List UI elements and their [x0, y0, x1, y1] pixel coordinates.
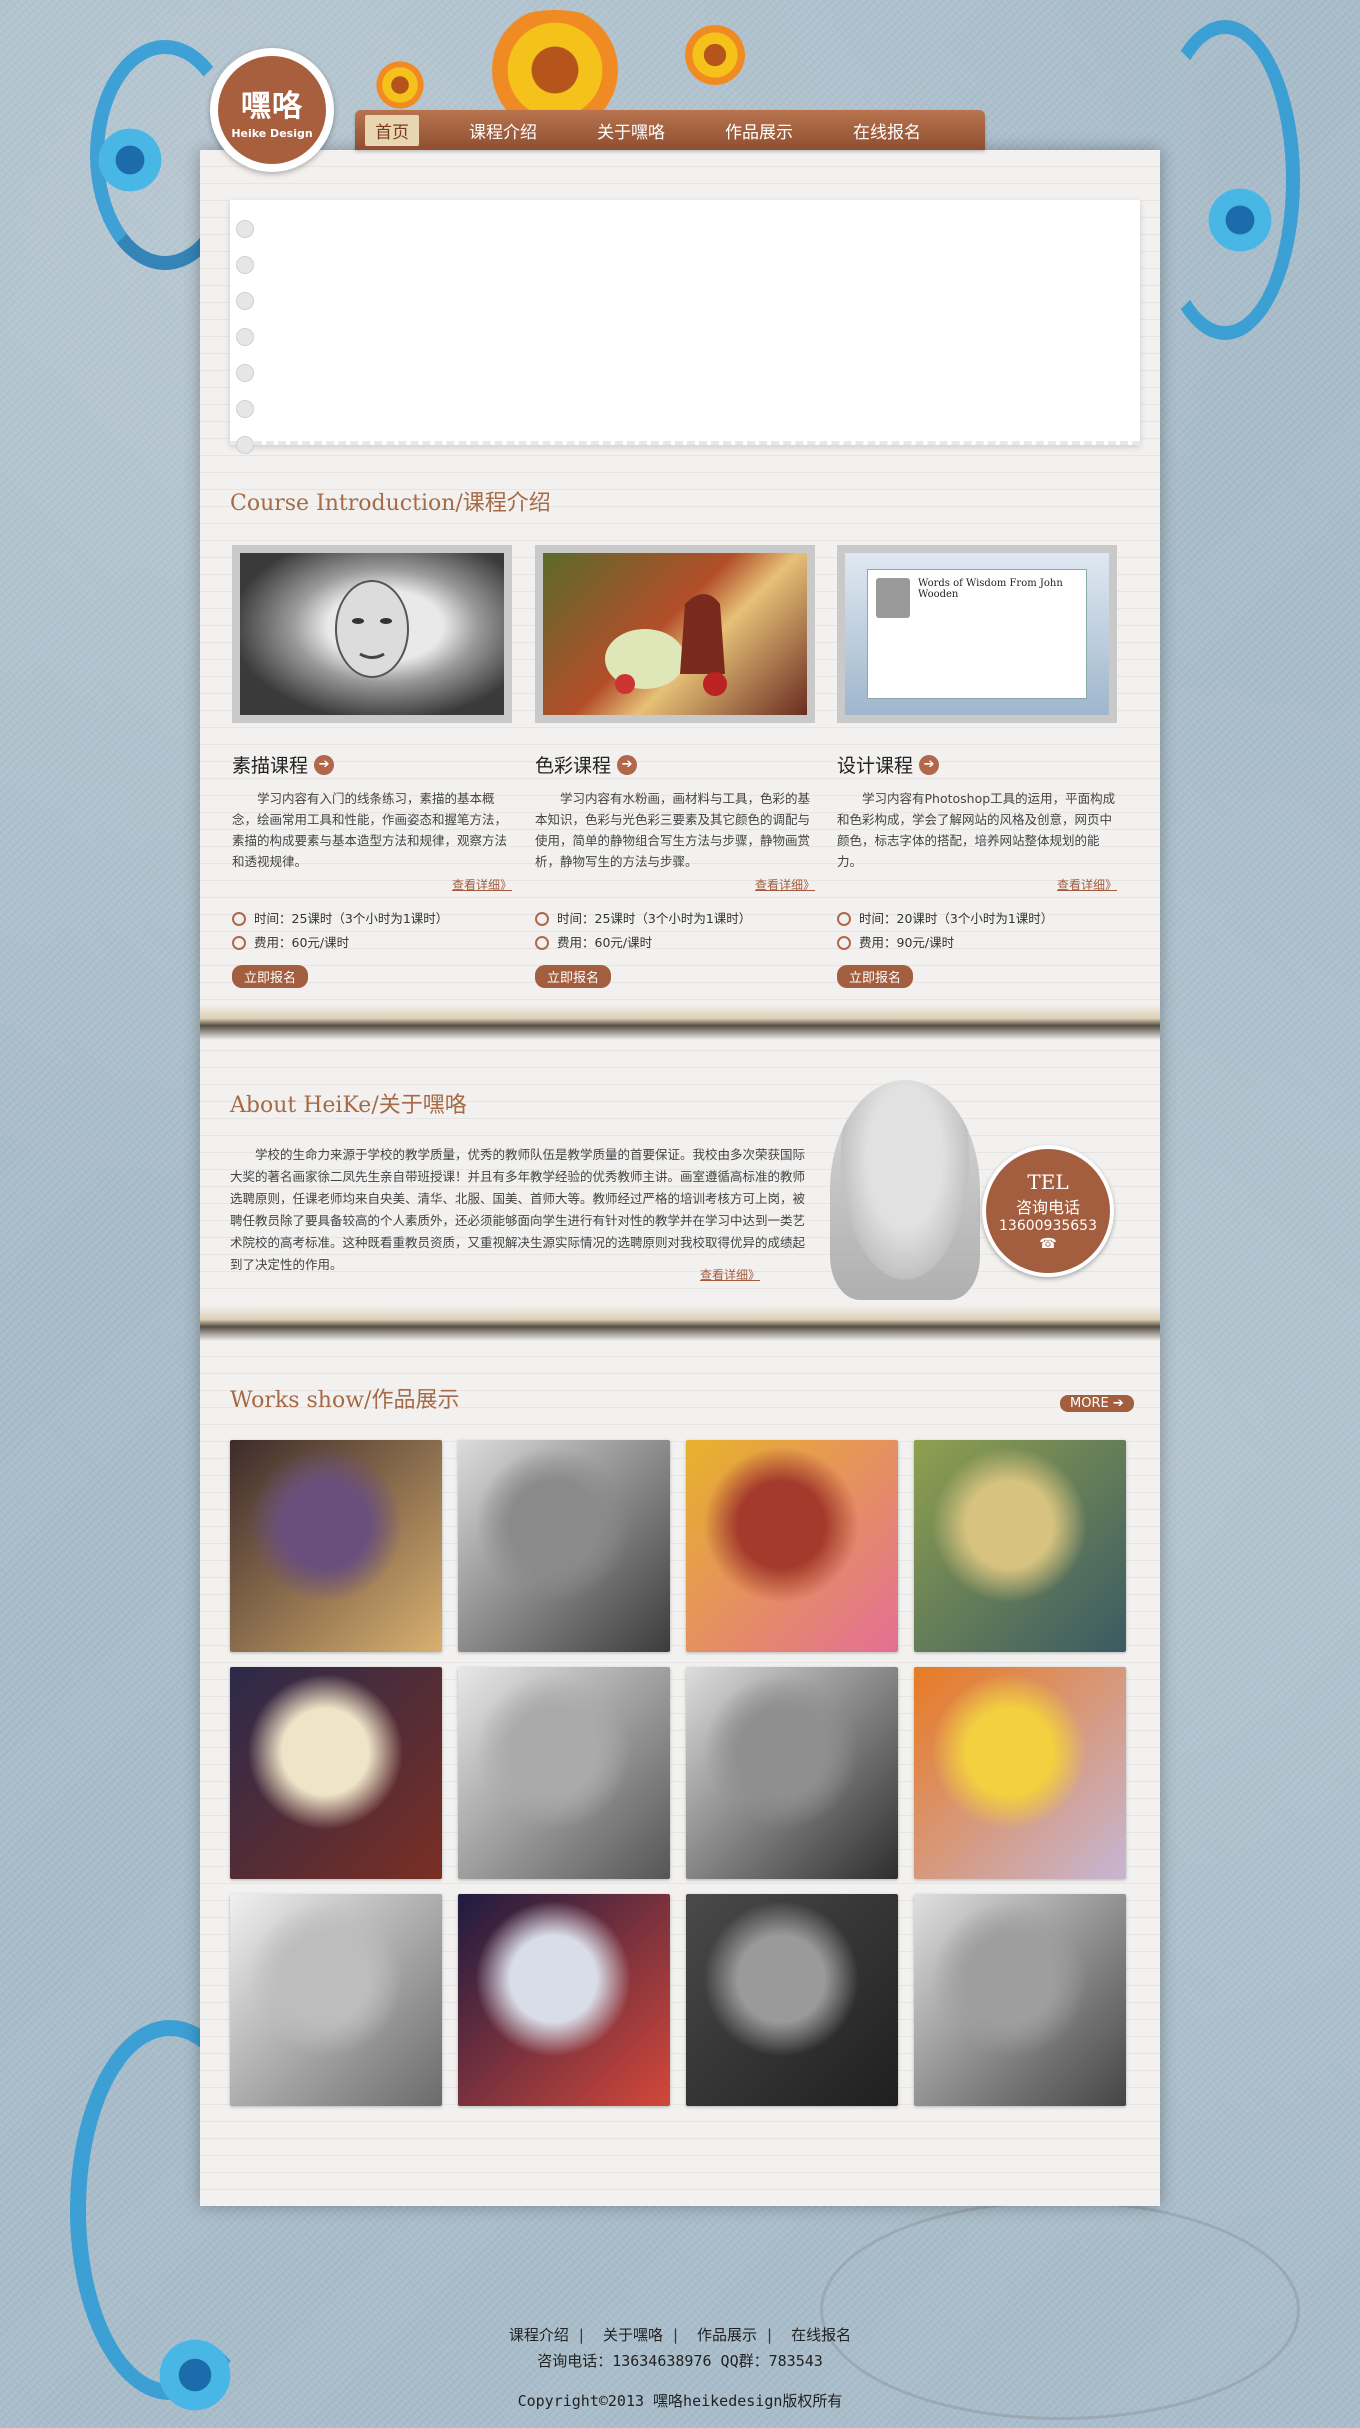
course-title: 设计课程 [837, 755, 914, 777]
footer-contact: 咨询电话：13634638976 QQ群：783543 [537, 2352, 823, 2370]
course-more-link[interactable]: 查看详细》 [232, 876, 512, 893]
course-title: 素描课程 [232, 755, 309, 777]
logo-badge: 嘿咯 Heike Design [218, 56, 326, 164]
works-section-title: Works show/作品展示 [230, 1388, 460, 1413]
banner-area [230, 200, 1140, 454]
work-thumbnail-still-life-orange-flowers[interactable] [914, 1667, 1126, 1879]
flower-ornament [370, 60, 430, 110]
clock-icon [535, 912, 549, 926]
flower-ornament [680, 20, 750, 90]
blue-flower-ornament [90, 120, 170, 200]
money-bag-icon [232, 936, 246, 950]
clock-icon [232, 912, 246, 926]
footer-link-about[interactable]: 关于嘿咯 [603, 2326, 663, 2344]
course-description: 学习内容有Photoshop工具的运用，平面构成和色彩构成，学会了解网站的风格及… [837, 791, 1116, 869]
phone-icon: ☎ [1039, 1236, 1057, 1252]
work-thumbnail-sketch-old-man-face[interactable] [686, 1894, 898, 2106]
work-thumbnail-still-life-flowers-yellow[interactable] [686, 1440, 898, 1652]
signup-button[interactable]: 立即报名 [837, 965, 914, 988]
course-image-color[interactable] [535, 545, 815, 723]
course-fee: 费用：90元/课时 [859, 935, 955, 950]
course-meta: 时间：20课时（3个小时为1课时） 费用：90元/课时 [837, 907, 1117, 955]
tel-title: TEL [1027, 1170, 1069, 1194]
site-logo[interactable]: 嘿咯 Heike Design [210, 48, 334, 172]
about-text: 学校的生命力来源于学校的教学质量，优秀的教师队伍是教学质量的首要保证。我校由多次… [230, 1147, 806, 1272]
work-thumbnail-still-life-black-jar[interactable] [458, 1894, 670, 2106]
nav-item-works[interactable]: 作品展示 [715, 115, 803, 146]
course-meta: 时间：25课时（3个小时为1课时） 费用：60元/课时 [535, 907, 815, 955]
arrow-right-icon: ➔ [617, 754, 638, 775]
course-title-row[interactable]: 素描课程 ➔ [232, 751, 512, 778]
work-thumbnail-sketch-still-life-pot[interactable] [686, 1667, 898, 1879]
course-section-title: Course Introduction/课程介绍 [230, 491, 551, 516]
logo-subtitle: Heike Design [231, 126, 313, 140]
main-nav: 首页 课程介绍 关于嘿咯 作品展示 在线报名 [355, 110, 985, 150]
burnt-edge-divider [200, 1305, 1160, 1341]
course-card-color: 色彩课程 ➔ 学习内容有水粉画，画材料与工具，色彩的基本知识，色彩与光色彩三要素… [535, 545, 815, 988]
work-thumbnail-still-life-vase-purple[interactable] [230, 1440, 442, 1652]
footer-link-signup[interactable]: 在线报名 [791, 2326, 851, 2344]
work-thumbnail-still-life-bottle-green[interactable] [914, 1440, 1126, 1652]
work-thumbnail-sketch-old-man-profile[interactable] [458, 1440, 670, 1652]
footer-links: 课程介绍 | 关于嘿咯 | 作品展示 | 在线报名 [508, 2326, 852, 2344]
course-title: 色彩课程 [535, 755, 612, 777]
website-screenshot: Words of Wisdom From John Wooden [867, 569, 1087, 699]
works-more-button[interactable]: MORE ➔ [1060, 1395, 1134, 1412]
money-bag-icon [535, 936, 549, 950]
course-time: 时间：20课时（3个小时为1课时） [859, 911, 1054, 926]
footer-link-courses[interactable]: 课程介绍 [509, 2326, 569, 2344]
work-thumbnail-sketch-cube[interactable] [458, 1667, 670, 1879]
course-more-link[interactable]: 查看详细》 [535, 876, 815, 893]
about-section-title: About HeiKe/关于嘿咯 [230, 1093, 467, 1118]
logo-title: 嘿咯 [241, 88, 303, 124]
blue-flower-ornament [1200, 180, 1280, 260]
arrow-right-icon: ➔ [919, 754, 940, 775]
clock-icon [837, 912, 851, 926]
photo-placeholder [876, 578, 910, 618]
footer: 课程介绍 | 关于嘿咯 | 作品展示 | 在线报名 咨询电话：13634638976 … [0, 2322, 1360, 2414]
course-more-link[interactable]: 查看详细》 [837, 876, 1117, 893]
screenshot-quote: Words of Wisdom From John Wooden [917, 578, 1063, 600]
course-image-design[interactable]: Words of Wisdom From John Wooden [837, 545, 1117, 723]
course-title-row[interactable]: 设计课程 ➔ [837, 751, 1117, 778]
blue-swirl-ornament [1150, 20, 1300, 340]
nav-item-about[interactable]: 关于嘿咯 [587, 115, 675, 146]
work-thumbnail-sketch-geometric-shapes[interactable] [230, 1894, 442, 2106]
nav-item-courses[interactable]: 课程介绍 [459, 115, 547, 146]
footer-link-works[interactable]: 作品展示 [697, 2326, 757, 2344]
course-description: 学习内容有水粉画，画材料与工具，色彩的基本知识，色彩与光色彩三要素及其它颜色的调… [535, 791, 811, 869]
work-thumbnail-still-life-book-dark[interactable] [230, 1667, 442, 1879]
works-grid [230, 1440, 1126, 2106]
footer-copyright: Copyright©2013 嘿咯heikedesign版权所有 [517, 2392, 843, 2410]
course-card-design: Words of Wisdom From John Wooden 设计课程 ➔ … [837, 545, 1117, 988]
about-more-link[interactable]: 查看详细》 [700, 1266, 760, 1283]
nav-item-home[interactable]: 首页 [365, 114, 419, 146]
burnt-edge-divider [200, 1004, 1160, 1040]
tel-number: 13600935653 [999, 1218, 1097, 1234]
course-image-sketch[interactable] [232, 545, 512, 723]
course-title-row[interactable]: 色彩课程 ➔ [535, 751, 815, 778]
work-thumbnail-sketch-bottle-jar[interactable] [914, 1894, 1126, 2106]
course-fee: 费用：60元/课时 [557, 935, 653, 950]
signup-button[interactable]: 立即报名 [232, 965, 309, 988]
david-bust-image [830, 1080, 980, 1300]
portrait-sketch-icon [335, 580, 409, 678]
course-fee: 费用：60元/课时 [254, 935, 350, 950]
course-meta: 时间：25课时（3个小时为1课时） 费用：60元/课时 [232, 907, 512, 955]
tel-label: 咨询电话 [1015, 1198, 1080, 1217]
arrow-right-icon: ➔ [314, 754, 335, 775]
course-time: 时间：25课时（3个小时为1课时） [254, 911, 449, 926]
notebook-holes [236, 220, 254, 454]
tel-badge[interactable]: TEL 咨询电话 13600935653 ☎ [982, 1145, 1114, 1277]
money-bag-icon [837, 936, 851, 950]
signup-button[interactable]: 立即报名 [535, 965, 612, 988]
course-description: 学习内容有入门的线条练习，素描的基本概念，绘画常用工具和性能，作画姿态和握笔方法… [232, 791, 508, 869]
course-card-sketch: 素描课程 ➔ 学习内容有入门的线条练习，素描的基本概念，绘画常用工具和性能，作画… [232, 545, 512, 988]
course-time: 时间：25课时（3个小时为1课时） [557, 911, 752, 926]
still-life-icon [605, 594, 727, 696]
nav-item-signup[interactable]: 在线报名 [843, 115, 931, 146]
